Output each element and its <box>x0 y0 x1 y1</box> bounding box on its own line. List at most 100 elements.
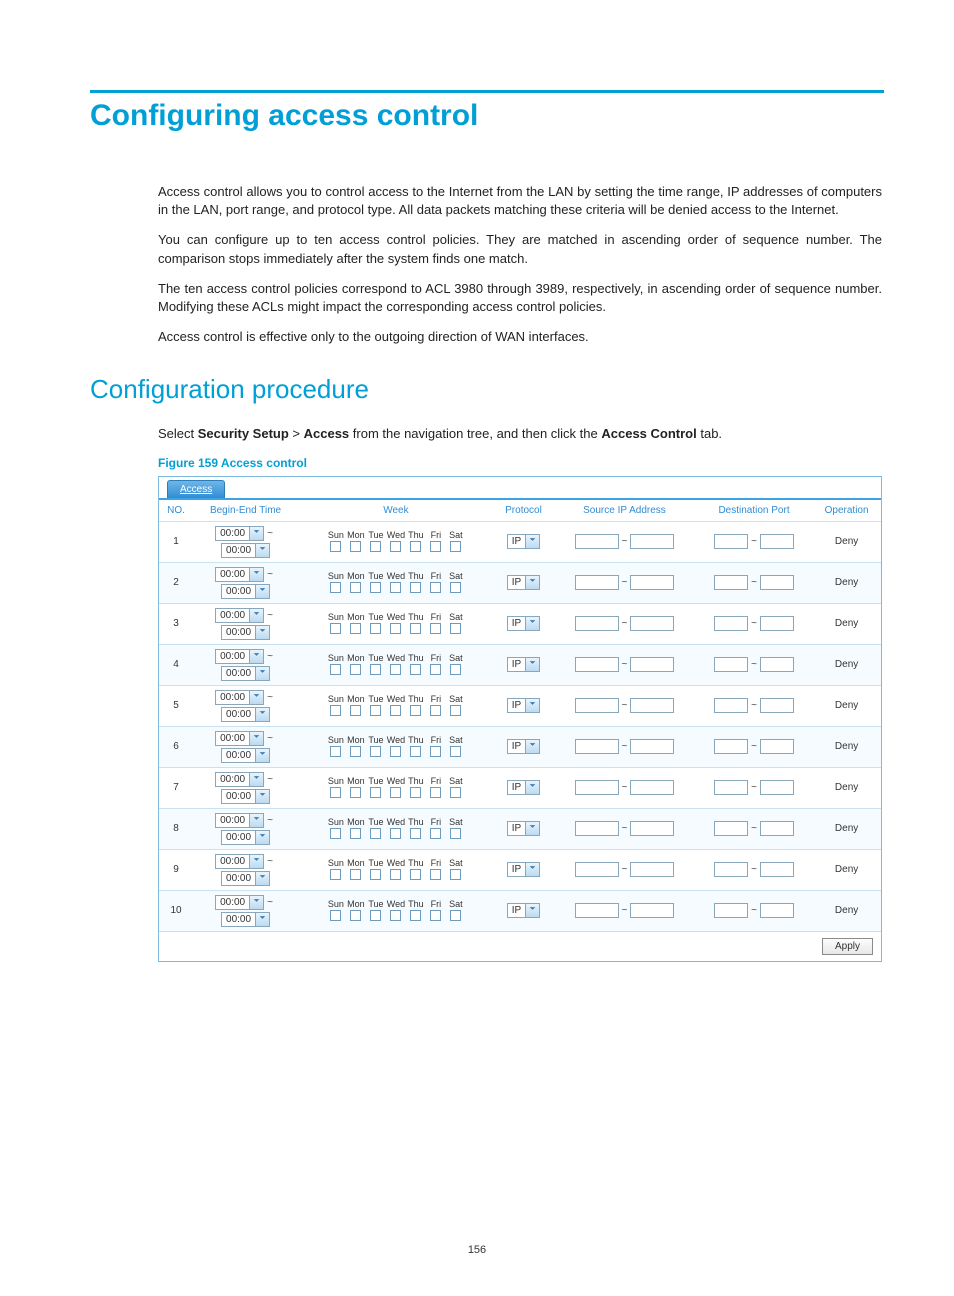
apply-button[interactable]: Apply <box>822 938 873 955</box>
chevron-down-icon[interactable] <box>255 585 269 598</box>
source-ip-from-input[interactable] <box>575 534 619 549</box>
begin-time-select[interactable]: 00:00 <box>215 567 264 582</box>
day-checkbox[interactable] <box>450 910 461 921</box>
protocol-select[interactable]: IP <box>507 698 540 713</box>
chevron-down-icon[interactable] <box>249 568 263 581</box>
dest-port-to-input[interactable] <box>760 657 794 672</box>
chevron-down-icon[interactable] <box>255 831 269 844</box>
chevron-down-icon[interactable] <box>255 749 269 762</box>
day-checkbox[interactable] <box>390 787 401 798</box>
day-checkbox[interactable] <box>430 664 441 675</box>
day-checkbox[interactable] <box>350 828 361 839</box>
chevron-down-icon[interactable] <box>525 576 539 589</box>
day-checkbox[interactable] <box>390 623 401 634</box>
source-ip-to-input[interactable] <box>630 616 674 631</box>
day-checkbox[interactable] <box>350 664 361 675</box>
dest-port-from-input[interactable] <box>714 739 748 754</box>
dest-port-to-input[interactable] <box>760 903 794 918</box>
protocol-select[interactable]: IP <box>507 903 540 918</box>
source-ip-from-input[interactable] <box>575 616 619 631</box>
day-checkbox[interactable] <box>350 910 361 921</box>
source-ip-from-input[interactable] <box>575 698 619 713</box>
end-time-select[interactable]: 00:00 <box>221 789 270 804</box>
dest-port-from-input[interactable] <box>714 616 748 631</box>
day-checkbox[interactable] <box>410 623 421 634</box>
dest-port-from-input[interactable] <box>714 821 748 836</box>
chevron-down-icon[interactable] <box>249 691 263 704</box>
day-checkbox[interactable] <box>370 787 381 798</box>
day-checkbox[interactable] <box>410 582 421 593</box>
day-checkbox[interactable] <box>430 746 441 757</box>
dest-port-to-input[interactable] <box>760 698 794 713</box>
day-checkbox[interactable] <box>390 541 401 552</box>
day-checkbox[interactable] <box>430 828 441 839</box>
source-ip-to-input[interactable] <box>630 862 674 877</box>
day-checkbox[interactable] <box>410 828 421 839</box>
chevron-down-icon[interactable] <box>249 855 263 868</box>
day-checkbox[interactable] <box>330 705 341 716</box>
chevron-down-icon[interactable] <box>249 773 263 786</box>
day-checkbox[interactable] <box>450 582 461 593</box>
day-checkbox[interactable] <box>330 582 341 593</box>
chevron-down-icon[interactable] <box>525 822 539 835</box>
end-time-select[interactable]: 00:00 <box>221 748 270 763</box>
day-checkbox[interactable] <box>370 705 381 716</box>
chevron-down-icon[interactable] <box>249 814 263 827</box>
day-checkbox[interactable] <box>450 869 461 880</box>
dest-port-from-input[interactable] <box>714 903 748 918</box>
dest-port-from-input[interactable] <box>714 780 748 795</box>
end-time-select[interactable]: 00:00 <box>221 830 270 845</box>
day-checkbox[interactable] <box>330 623 341 634</box>
chevron-down-icon[interactable] <box>255 667 269 680</box>
day-checkbox[interactable] <box>390 869 401 880</box>
end-time-select[interactable]: 00:00 <box>221 912 270 927</box>
day-checkbox[interactable] <box>370 828 381 839</box>
day-checkbox[interactable] <box>410 705 421 716</box>
dest-port-to-input[interactable] <box>760 575 794 590</box>
dest-port-to-input[interactable] <box>760 821 794 836</box>
chevron-down-icon[interactable] <box>249 732 263 745</box>
source-ip-from-input[interactable] <box>575 657 619 672</box>
dest-port-to-input[interactable] <box>760 616 794 631</box>
tab-access[interactable]: Access <box>167 480 225 498</box>
day-checkbox[interactable] <box>410 746 421 757</box>
day-checkbox[interactable] <box>450 541 461 552</box>
chevron-down-icon[interactable] <box>525 740 539 753</box>
end-time-select[interactable]: 00:00 <box>221 871 270 886</box>
day-checkbox[interactable] <box>350 705 361 716</box>
day-checkbox[interactable] <box>350 787 361 798</box>
day-checkbox[interactable] <box>430 541 441 552</box>
source-ip-from-input[interactable] <box>575 780 619 795</box>
begin-time-select[interactable]: 00:00 <box>215 649 264 664</box>
day-checkbox[interactable] <box>410 664 421 675</box>
chevron-down-icon[interactable] <box>255 544 269 557</box>
chevron-down-icon[interactable] <box>525 658 539 671</box>
begin-time-select[interactable]: 00:00 <box>215 608 264 623</box>
chevron-down-icon[interactable] <box>255 708 269 721</box>
dest-port-from-input[interactable] <box>714 698 748 713</box>
day-checkbox[interactable] <box>350 623 361 634</box>
dest-port-from-input[interactable] <box>714 862 748 877</box>
day-checkbox[interactable] <box>410 910 421 921</box>
day-checkbox[interactable] <box>430 869 441 880</box>
source-ip-to-input[interactable] <box>630 575 674 590</box>
source-ip-to-input[interactable] <box>630 534 674 549</box>
protocol-select[interactable]: IP <box>507 657 540 672</box>
source-ip-to-input[interactable] <box>630 780 674 795</box>
day-checkbox[interactable] <box>430 705 441 716</box>
chevron-down-icon[interactable] <box>255 872 269 885</box>
day-checkbox[interactable] <box>450 623 461 634</box>
day-checkbox[interactable] <box>430 582 441 593</box>
source-ip-to-input[interactable] <box>630 903 674 918</box>
begin-time-select[interactable]: 00:00 <box>215 772 264 787</box>
dest-port-to-input[interactable] <box>760 780 794 795</box>
day-checkbox[interactable] <box>370 869 381 880</box>
day-checkbox[interactable] <box>390 746 401 757</box>
source-ip-from-input[interactable] <box>575 575 619 590</box>
dest-port-to-input[interactable] <box>760 739 794 754</box>
protocol-select[interactable]: IP <box>507 534 540 549</box>
day-checkbox[interactable] <box>330 541 341 552</box>
chevron-down-icon[interactable] <box>525 904 539 917</box>
day-checkbox[interactable] <box>450 787 461 798</box>
day-checkbox[interactable] <box>330 664 341 675</box>
